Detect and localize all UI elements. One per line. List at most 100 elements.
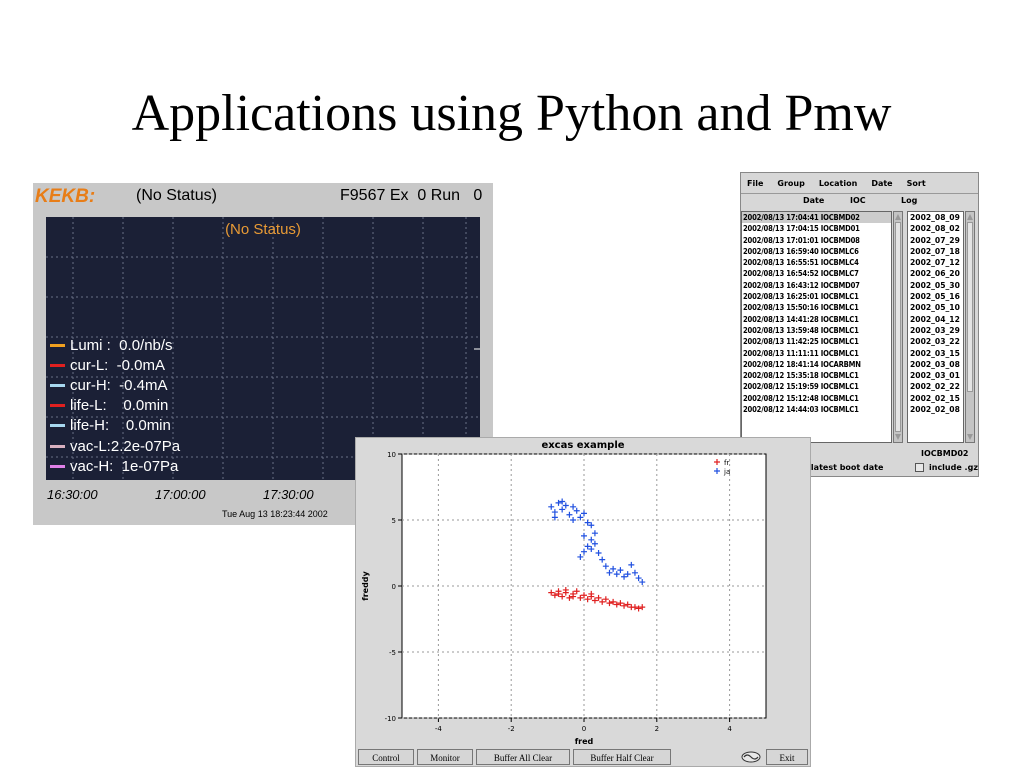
column-log[interactable]: Log bbox=[901, 196, 917, 205]
legend-label: ja bbox=[723, 468, 730, 476]
legend-label: fr bbox=[724, 459, 729, 467]
monitor-button[interactable]: Monitor bbox=[417, 749, 473, 765]
x-tick-label: -4 bbox=[435, 725, 443, 733]
x-axis-label: fred bbox=[575, 737, 594, 746]
log-row[interactable]: 2002/08/12 15:35:18 IOCBMLC1 bbox=[742, 370, 891, 381]
log-row[interactable]: 2002/08/13 17:04:15 IOCBMD01 bbox=[742, 223, 891, 234]
log-row[interactable]: 2002/08/13 16:54:52 IOCBMLC7 bbox=[742, 268, 891, 279]
log-row[interactable]: 2002/08/13 16:25:01 IOCBMLC1 bbox=[742, 291, 891, 302]
log-row[interactable]: 2002/08/13 16:43:12 IOCBMD07 bbox=[742, 280, 891, 291]
date-row[interactable]: 2002_04_12 bbox=[908, 314, 963, 325]
legend-label: cur-L: -0.0mA bbox=[70, 356, 166, 374]
y-tick-label: -10 bbox=[385, 715, 396, 723]
log-row[interactable]: 2002/08/13 13:59:48 IOCBMLC1 bbox=[742, 325, 891, 336]
column-headers: Date IOC Log bbox=[741, 196, 978, 208]
log-row[interactable]: 2002/08/13 17:04:41 IOCBMD02 bbox=[742, 212, 891, 224]
date-row[interactable]: 2002_03_22 bbox=[908, 336, 963, 347]
log-date-list[interactable]: 2002_08_09 2002_08_02 2002_07_29 2002_07_18… bbox=[907, 211, 964, 443]
legend-label: life-H: 0.0min bbox=[70, 417, 171, 435]
log-row[interactable]: 2002/08/13 16:59:40 IOCBMLC6 bbox=[742, 246, 891, 257]
date-row[interactable]: 2002_05_30 bbox=[908, 280, 963, 291]
slide-title: Applications using Python and Pmw bbox=[131, 85, 892, 142]
date-row[interactable]: 2002_02_08 bbox=[908, 404, 963, 415]
scroll-up-icon[interactable] bbox=[895, 214, 901, 220]
date-row[interactable]: 2002_02_22 bbox=[908, 381, 963, 392]
selected-ioc: IOCBMD02 bbox=[921, 449, 969, 458]
buffer-all-clear-button[interactable]: Buffer All Clear bbox=[476, 749, 570, 765]
date-row[interactable]: 2002_08_02 bbox=[908, 223, 963, 234]
legend-item: cur-L: -0.0mA bbox=[50, 355, 180, 375]
date-row[interactable]: 2002_05_16 bbox=[908, 291, 963, 302]
menu-group[interactable]: Group bbox=[777, 179, 804, 188]
log-row[interactable]: 2002/08/13 11:42:25 IOCBMLC1 bbox=[742, 336, 891, 347]
time-tick: 16:30:00 bbox=[47, 487, 98, 502]
include-gz-checkbox[interactable]: include .gz bbox=[915, 463, 978, 472]
legend-swatch bbox=[50, 464, 65, 468]
y-tick-label: 10 bbox=[387, 451, 396, 459]
scroll-thumb[interactable] bbox=[895, 222, 901, 432]
legend-item: life-H: 0.0min bbox=[50, 416, 180, 436]
log-row[interactable]: 2002/08/12 15:19:59 IOCBMLC1 bbox=[742, 381, 891, 392]
kekb-status: (No Status) bbox=[136, 187, 217, 204]
menu-file[interactable]: File bbox=[747, 179, 763, 188]
legend-label: vac-H: 1e-07Pa bbox=[70, 457, 179, 475]
y-tick-label: -5 bbox=[389, 649, 396, 657]
date-list-scrollbar[interactable] bbox=[965, 211, 975, 443]
log-row[interactable]: 2002/08/12 18:41:14 IOCARBMN bbox=[742, 359, 891, 370]
date-row[interactable]: 2002_03_29 bbox=[908, 325, 963, 336]
kekb-logo: KEKB: bbox=[35, 186, 96, 207]
control-button[interactable]: Control bbox=[358, 749, 414, 765]
plot-status: (No Status) bbox=[225, 221, 301, 238]
x-tick-label: 2 bbox=[655, 725, 659, 733]
legend-swatch bbox=[50, 404, 65, 408]
time-tick: 17:30:00 bbox=[263, 487, 314, 502]
log-row[interactable]: 2002/08/12 15:12:48 IOCBMLC1 bbox=[742, 393, 891, 404]
boot-log-list[interactable]: 2002/08/13 17:04:41 IOCBMD02 2002/08/13 1… bbox=[741, 211, 892, 443]
log-row[interactable]: 2002/08/13 17:01:01 IOCBMD08 bbox=[742, 235, 891, 246]
scroll-thumb[interactable] bbox=[967, 222, 973, 392]
checkbox-icon[interactable] bbox=[915, 463, 924, 472]
date-row[interactable]: 2002_06_20 bbox=[908, 268, 963, 279]
menu-bar: File Group Location Date Sort bbox=[741, 173, 978, 194]
menu-sort[interactable]: Sort bbox=[907, 179, 926, 188]
legend-label: Lumi : 0.0/nb/s bbox=[70, 336, 173, 354]
legend-swatch bbox=[50, 444, 65, 448]
exit-button[interactable]: Exit bbox=[766, 749, 808, 765]
date-row[interactable]: 2002_07_12 bbox=[908, 257, 963, 268]
date-row[interactable]: 2002_03_08 bbox=[908, 359, 963, 370]
legend-item: vac-H: 1e-07Pa bbox=[50, 456, 180, 476]
excas-button-bar: Control Monitor Buffer All Clear Buffer … bbox=[356, 749, 810, 767]
scroll-down-icon[interactable] bbox=[895, 434, 901, 440]
log-row[interactable]: 2002/08/13 16:55:51 IOCBMLC4 bbox=[742, 257, 891, 268]
date-row[interactable]: 2002_07_29 bbox=[908, 235, 963, 246]
kekb-timestamp: Tue Aug 13 18:23:44 2002 bbox=[222, 509, 328, 519]
date-row[interactable]: 2002_03_15 bbox=[908, 348, 963, 359]
scroll-up-icon[interactable] bbox=[967, 214, 973, 220]
menu-location[interactable]: Location bbox=[819, 179, 858, 188]
date-row[interactable]: 2002_02_15 bbox=[908, 393, 963, 404]
buffer-half-clear-button[interactable]: Buffer Half Clear bbox=[573, 749, 671, 765]
date-row[interactable]: 2002_03_01 bbox=[908, 370, 963, 381]
y-tick-label: 5 bbox=[392, 517, 396, 525]
x-tick-label: -2 bbox=[508, 725, 515, 733]
column-ioc[interactable]: IOC bbox=[850, 196, 866, 205]
log-list-scrollbar[interactable] bbox=[893, 211, 903, 443]
python-snake-icon bbox=[741, 751, 761, 763]
legend-swatch bbox=[50, 383, 65, 387]
log-row[interactable]: 2002/08/13 14:41:28 IOCBMLC1 bbox=[742, 314, 891, 325]
log-row[interactable]: 2002/08/13 11:11:11 IOCBMLC1 bbox=[742, 348, 891, 359]
log-row[interactable]: 2002/08/12 14:44:03 IOCBMLC1 bbox=[742, 404, 891, 415]
date-row[interactable]: 2002_05_10 bbox=[908, 302, 963, 313]
legend-label: vac-L:2.2e-07Pa bbox=[70, 437, 181, 455]
legend-label: life-L: 0.0min bbox=[70, 397, 169, 415]
legend-swatch bbox=[50, 363, 65, 367]
menu-date[interactable]: Date bbox=[871, 179, 892, 188]
date-row[interactable]: 2002_07_18 bbox=[908, 246, 963, 257]
date-row[interactable]: 2002_08_09 bbox=[908, 212, 963, 223]
excas-window: excas example -4 -2 0 2 4 10 5 0 -5 -10 fred freddy… bbox=[355, 437, 811, 767]
x-tick-label: 0 bbox=[582, 725, 586, 733]
scroll-down-icon[interactable] bbox=[967, 434, 973, 440]
log-row[interactable]: 2002/08/13 15:50:16 IOCBMLC1 bbox=[742, 302, 891, 313]
column-date[interactable]: Date bbox=[803, 196, 824, 205]
legend-swatch bbox=[50, 343, 65, 347]
